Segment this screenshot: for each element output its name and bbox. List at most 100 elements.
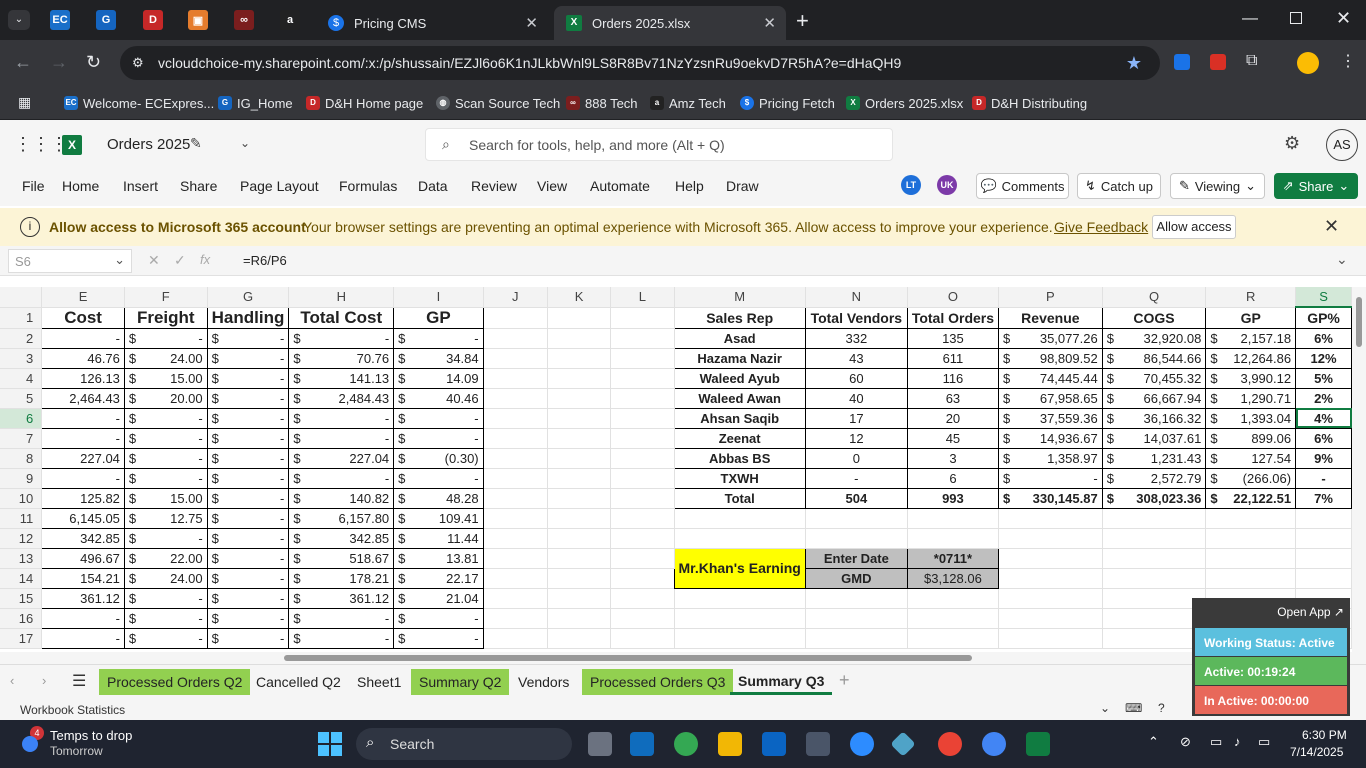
vertical-scrollbar[interactable]: [1352, 287, 1366, 652]
cell[interactable]: $70.76: [288, 347, 395, 369]
cell[interactable]: [547, 388, 612, 409]
header-cell[interactable]: Total Orders: [906, 306, 1000, 329]
confirm-formula-icon[interactable]: ✓: [174, 252, 186, 269]
search-box[interactable]: ⌕ Search for tools, help, and more (Alt …: [425, 128, 893, 161]
cell[interactable]: $330,145.87: [998, 487, 1103, 509]
cell[interactable]: $15.00: [123, 487, 208, 509]
next-sheet-icon[interactable]: ›: [42, 673, 46, 688]
row-header[interactable]: 11: [0, 508, 43, 529]
minimize-icon[interactable]: —: [1242, 10, 1258, 28]
cell[interactable]: [547, 348, 612, 369]
cell[interactable]: 63: [906, 387, 1000, 409]
spreadsheet-grid[interactable]: EFGHIJKLMNOPQRS 1 Cost Freight Handling Tota…: [0, 287, 1352, 652]
cell[interactable]: $ -: [206, 327, 290, 349]
cell[interactable]: $1,290.71: [1205, 387, 1297, 409]
cell[interactable]: $ -: [288, 407, 395, 429]
store-icon[interactable]: [630, 732, 654, 756]
sheet-tab-vendors[interactable]: Vendors: [510, 669, 577, 695]
gp-percent-cell[interactable]: 6%: [1295, 327, 1352, 349]
gmd-label[interactable]: GMD: [804, 567, 908, 589]
cell[interactable]: [547, 588, 612, 609]
presence-avatar-uk[interactable]: UK: [937, 175, 957, 195]
cell[interactable]: [547, 328, 612, 349]
cell[interactable]: $ -: [288, 467, 395, 489]
row-header[interactable]: 2: [0, 328, 43, 349]
cell[interactable]: $ -: [206, 467, 290, 489]
cell[interactable]: [610, 388, 675, 409]
column-header[interactable]: J: [483, 287, 548, 308]
cell[interactable]: $ -: [123, 467, 208, 489]
comments-button[interactable]: 💬 Comments: [976, 173, 1069, 199]
cell[interactable]: $ -: [206, 547, 290, 569]
header-cell[interactable]: GP: [1205, 306, 1297, 329]
cell[interactable]: 611: [906, 347, 1000, 369]
cell[interactable]: [998, 548, 1103, 569]
bookmark-star-icon[interactable]: ★: [1126, 46, 1142, 80]
prev-sheet-icon[interactable]: ‹: [10, 673, 14, 688]
cell[interactable]: [483, 448, 548, 469]
cell[interactable]: [1102, 528, 1207, 549]
cell[interactable]: [1102, 568, 1207, 589]
gp-percent-cell[interactable]: 4%: [1295, 407, 1352, 429]
cell[interactable]: [547, 608, 612, 629]
cell[interactable]: $2,157.18: [1205, 327, 1297, 349]
row-header[interactable]: 7: [0, 428, 43, 449]
column-header[interactable]: N: [805, 287, 908, 308]
sales-rep-cell[interactable]: Hazama Nazir: [673, 347, 806, 369]
monitor-icon[interactable]: ▭: [1210, 734, 1222, 750]
cell[interactable]: $70,455.32: [1101, 367, 1207, 389]
add-sheet-icon[interactable]: +: [839, 670, 850, 691]
cell[interactable]: [805, 628, 908, 649]
status-chevron-icon[interactable]: ⌄: [1100, 701, 1110, 715]
cell[interactable]: [483, 628, 548, 649]
column-header[interactable]: P: [998, 287, 1103, 308]
cell[interactable]: [483, 408, 548, 429]
cell[interactable]: [610, 488, 675, 509]
cell[interactable]: $1,231.43: [1101, 447, 1207, 469]
h-scroll-thumb[interactable]: [284, 655, 972, 661]
cell[interactable]: [1295, 548, 1352, 569]
allow-access-button[interactable]: Allow access: [1152, 215, 1236, 239]
menu-insert[interactable]: Insert: [123, 178, 158, 194]
bookmark-orders-2025[interactable]: X Orders 2025.xlsx: [846, 93, 963, 113]
cell[interactable]: $37,559.36: [998, 407, 1103, 429]
menu-formulas[interactable]: Formulas: [339, 178, 397, 194]
cell[interactable]: 12: [804, 427, 908, 449]
cell[interactable]: [998, 508, 1103, 529]
cell[interactable]: $ -: [206, 487, 290, 509]
restore-icon[interactable]: [1290, 12, 1302, 24]
enter-date-value[interactable]: *0711*: [906, 547, 1000, 569]
workbook-statistics[interactable]: Workbook Statistics: [20, 703, 125, 717]
cell[interactable]: 332: [804, 327, 908, 349]
cell[interactable]: 993: [906, 487, 1000, 509]
header-cell[interactable]: Revenue: [998, 306, 1103, 329]
chrome-icon[interactable]: [674, 732, 698, 756]
cell[interactable]: $140.82: [288, 487, 395, 509]
help-icon[interactable]: ?: [1158, 701, 1165, 715]
cell[interactable]: $ -: [123, 327, 208, 349]
cell[interactable]: [610, 408, 675, 429]
cell[interactable]: [483, 428, 548, 449]
bookmark-ig-home[interactable]: G IG_Home: [218, 93, 293, 113]
cell[interactable]: [998, 528, 1103, 549]
browser-menu-icon[interactable]: ⋮: [1340, 51, 1356, 71]
gmd-value[interactable]: $3,128.06: [906, 567, 1000, 589]
header-cell[interactable]: Handling: [206, 306, 290, 329]
cell[interactable]: 6,145.05: [41, 507, 125, 529]
earning-label[interactable]: Mr.Khan's Earning: [673, 547, 806, 589]
cell[interactable]: [674, 608, 806, 629]
bookmark-scan-source[interactable]: ◍ Scan Source Tech: [436, 93, 560, 113]
bookmark-888-tech[interactable]: ∞ 888 Tech: [566, 93, 638, 113]
url-field[interactable]: ⚙ vcloudchoice-my.sharepoint.com/:x:/p/s…: [120, 46, 1160, 80]
cell[interactable]: $ -: [998, 467, 1103, 489]
column-header[interactable]: I: [393, 287, 484, 308]
account-avatar[interactable]: AS: [1326, 129, 1358, 161]
cell[interactable]: [483, 348, 548, 369]
cell[interactable]: $66,667.94: [1101, 387, 1207, 409]
menu-file[interactable]: File: [22, 178, 45, 194]
tray-chevron-icon[interactable]: ⌃: [1148, 734, 1159, 750]
cell[interactable]: [547, 368, 612, 389]
cell[interactable]: 125.82: [41, 487, 125, 509]
cell[interactable]: [610, 528, 675, 549]
cell[interactable]: [547, 628, 612, 649]
